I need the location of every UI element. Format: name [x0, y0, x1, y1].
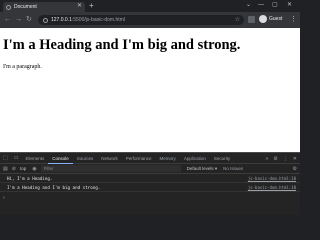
close-window-icon[interactable]: ✕ — [287, 0, 292, 10]
devtools-panel: ⬚ ▭ Elements Console Sources Network Per… — [0, 152, 300, 215]
new-tab-button[interactable]: + — [89, 1, 94, 10]
settings-icon[interactable]: ⚙ — [273, 156, 277, 162]
sidebar-toggle-icon[interactable]: ▤ — [3, 166, 8, 172]
info-icon[interactable] — [43, 17, 48, 23]
url-host: 127.0.0.1 — [51, 16, 72, 23]
forward-icon[interactable]: → — [15, 15, 22, 24]
tab-security[interactable]: Security — [210, 153, 234, 164]
back-icon[interactable]: ← — [4, 15, 11, 24]
tab-sources[interactable]: Sources — [73, 153, 98, 164]
devtools-actions: » ⚙ ⋮ ✕ — [261, 153, 297, 164]
extensions-icon[interactable] — [248, 16, 255, 23]
minimize-icon[interactable]: — — [258, 0, 264, 10]
eye-icon[interactable]: ◉ — [32, 166, 36, 172]
console-settings-icon[interactable]: ⚙ — [293, 166, 297, 172]
browser-tab[interactable]: Document ✕ — [3, 2, 85, 12]
page-viewport: I'm a Heading and I'm big and strong. I'… — [0, 28, 300, 152]
device-toggle-icon[interactable]: ▭ — [14, 155, 19, 161]
log-source-link[interactable]: js-basic-dom.html:10 — [248, 176, 296, 181]
tab-performance[interactable]: Performance — [122, 153, 156, 164]
more-tabs-icon[interactable]: » — [266, 156, 269, 162]
tab-network[interactable]: Network — [97, 153, 122, 164]
tab-title: Document — [14, 3, 37, 10]
page-heading: I'm a Heading and I'm big and strong. — [3, 37, 241, 53]
console-prompt-icon[interactable]: › — [3, 195, 5, 201]
profile-button[interactable]: Guest — [259, 15, 282, 23]
tab-search-icon[interactable]: ⌄ — [246, 0, 251, 10]
browser-toolbar: ← → ↻ 127.0.0.1 :5500/js-basic-dom.html … — [0, 12, 300, 28]
context-selector[interactable]: top — [20, 166, 26, 171]
console-filter-input[interactable]: Filter — [40, 165, 181, 172]
reload-icon[interactable]: ↻ — [26, 15, 32, 24]
tab-memory[interactable]: Memory — [156, 153, 180, 164]
globe-icon — [6, 4, 11, 10]
tab-console[interactable]: Console — [48, 153, 73, 164]
console-log-row: Hi, I'm a Heading. js-basic-dom.html:10 — [0, 174, 300, 183]
maximize-icon[interactable]: ▢ — [272, 0, 278, 10]
log-message: Hi, I'm a Heading. — [7, 176, 53, 181]
tab-strip: Document ✕ + ⌄ — ▢ ✕ — [0, 0, 300, 12]
console-toolbar: ▤ ⊘ top ◉ Filter Default levels ▾ No Iss… — [0, 164, 300, 174]
more-options-icon[interactable]: ⋮ — [283, 156, 288, 162]
url-path: :5500/js-basic-dom.html — [71, 16, 125, 23]
clear-console-icon[interactable]: ⊘ — [12, 166, 16, 172]
devtools-tabs: ⬚ ▭ Elements Console Sources Network Per… — [0, 153, 300, 164]
inspect-icon[interactable]: ⬚ — [3, 155, 8, 161]
bookmark-star-icon[interactable]: ☆ — [235, 16, 240, 24]
kebab-menu-icon[interactable]: ⋮ — [290, 15, 297, 24]
issues-counter[interactable]: No Issues — [223, 166, 243, 171]
tab-application[interactable]: Application — [180, 153, 210, 164]
console-log-row: I'm a Heading and I'm big and strong. js… — [0, 183, 300, 192]
close-icon[interactable]: ✕ — [77, 3, 82, 10]
page-paragraph: I'm a paragraph. — [3, 64, 42, 70]
log-message: I'm a Heading and I'm big and strong. — [7, 185, 101, 190]
profile-name: Guest — [269, 16, 283, 22]
log-levels-dropdown[interactable]: Default levels ▾ — [187, 166, 218, 172]
log-source-link[interactable]: js-basic-dom.html:10 — [248, 185, 296, 190]
close-devtools-icon[interactable]: ✕ — [293, 156, 297, 162]
address-bar[interactable]: 127.0.0.1 :5500/js-basic-dom.html ☆ — [38, 15, 244, 25]
tab-elements[interactable]: Elements — [21, 153, 48, 164]
avatar — [259, 15, 267, 23]
